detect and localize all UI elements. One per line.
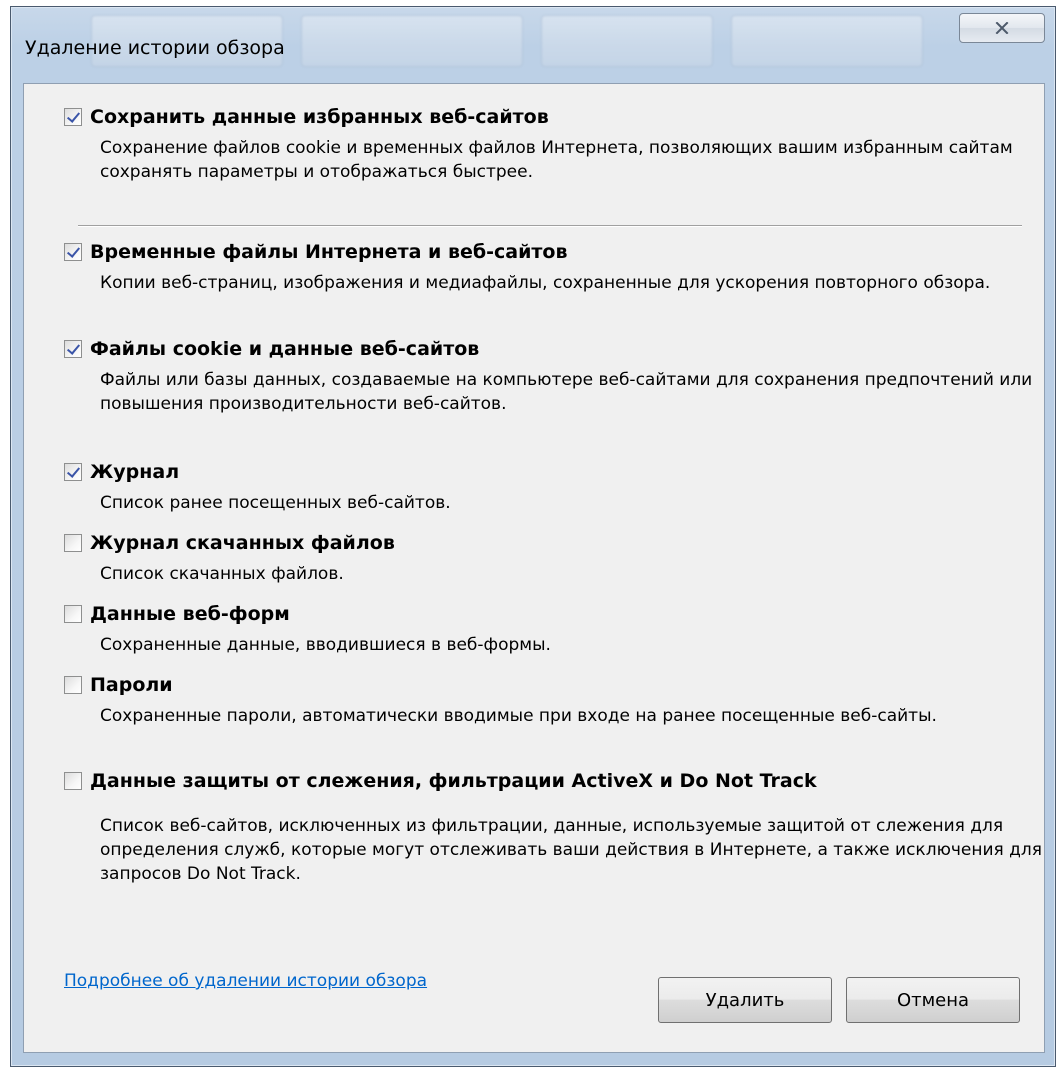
option-download-history: Журнал скачанных файлов Список скачанных… (64, 530, 1024, 586)
close-button[interactable] (959, 13, 1045, 43)
dialog-title: Удаление истории обзора (25, 37, 285, 59)
close-icon (995, 22, 1009, 34)
title-bar[interactable]: Удаление истории обзора (11, 7, 1055, 83)
option-title[interactable]: Журнал скачанных файлов (90, 532, 395, 554)
option-title[interactable]: Данные защиты от слежения, фильтрации Ac… (90, 770, 817, 792)
option-description: Сохраненные данные, вводившиеся в веб-фо… (100, 635, 551, 655)
delete-button[interactable]: Удалить (658, 977, 832, 1023)
option-description: Список скачанных файлов. (100, 564, 344, 584)
option-description: Сохранение файлов cookie и временных фай… (100, 138, 1013, 182)
checkbox-cookies[interactable] (64, 340, 82, 358)
option-history: Журнал Список ранее посещенных веб-сайто… (64, 459, 1024, 515)
option-title[interactable]: Журнал (90, 461, 179, 483)
checkbox-passwords[interactable] (64, 676, 82, 694)
checkbox-preserve-favorites[interactable] (64, 108, 82, 126)
option-title[interactable]: Файлы cookie и данные веб-сайтов (90, 338, 479, 360)
option-title[interactable]: Данные веб-форм (90, 603, 290, 625)
checkbox-form-data[interactable] (64, 605, 82, 623)
cancel-button[interactable]: Отмена (846, 977, 1020, 1023)
option-title[interactable]: Пароли (90, 674, 173, 696)
checkbox-download-history[interactable] (64, 534, 82, 552)
dialog-content: Сохранить данные избранных веб-сайтов Со… (23, 83, 1045, 1053)
option-title[interactable]: Временные файлы Интернета и веб-сайтов (90, 241, 568, 263)
learn-more-link[interactable]: Подробнее об удалении истории обзора (64, 971, 427, 991)
checkbox-history[interactable] (64, 463, 82, 481)
checkbox-temp-files[interactable] (64, 243, 82, 261)
option-title[interactable]: Сохранить данные избранных веб-сайтов (90, 106, 549, 128)
option-description: Список веб-сайтов, исключенных из фильтр… (100, 816, 1043, 884)
option-description: Файлы или базы данных, создаваемые на ко… (100, 370, 1033, 414)
option-description: Список ранее посещенных веб-сайтов. (100, 493, 451, 513)
option-temp-files: Временные файлы Интернета и веб-сайтов К… (64, 239, 1024, 295)
checkbox-tracking-protection[interactable] (64, 772, 82, 790)
separator (78, 225, 1022, 227)
option-cookies: Файлы cookie и данные веб-сайтов Файлы и… (64, 336, 1032, 416)
option-description: Копии веб-страниц, изображения и медиафа… (100, 273, 991, 293)
option-description: Сохраненные пароли, автоматически вводим… (100, 706, 937, 726)
option-passwords: Пароли Сохраненные пароли, автоматически… (64, 672, 1024, 728)
option-preserve-favorites: Сохранить данные избранных веб-сайтов Со… (64, 104, 1024, 184)
delete-browsing-history-dialog: Удаление истории обзора Сохранить данные… (10, 6, 1056, 1067)
option-form-data: Данные веб-форм Сохраненные данные, ввод… (64, 601, 1024, 657)
option-tracking-protection: Данные защиты от слежения, фильтрации Ac… (64, 768, 1042, 886)
